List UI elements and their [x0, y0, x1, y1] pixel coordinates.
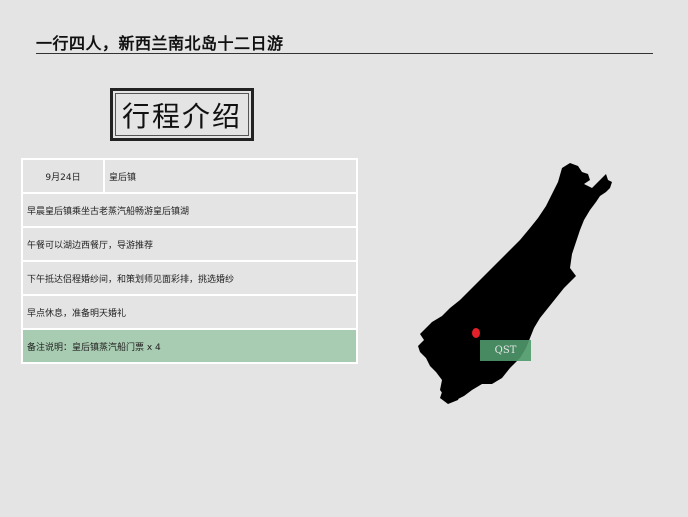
itinerary-header-row: 9月24日 皇后镇 — [21, 158, 358, 194]
itinerary-item: 下午抵达侣程婚纱间，和策划师见面彩排，挑选婚纱 — [21, 260, 358, 296]
document-title: 一行四人，新西兰南北岛十二日游 — [36, 34, 284, 53]
south-island-landmass — [418, 163, 612, 400]
itinerary-item: 午餐可以湖边西餐厅，导游推荐 — [21, 226, 358, 262]
itinerary-table: 9月24日 皇后镇 早晨皇后镇乘坐古老蒸汽船畅游皇后镇湖 午餐可以湖边西餐厅，导… — [21, 158, 358, 364]
queenstown-marker[interactable] — [472, 328, 480, 338]
table-row: 午餐可以湖边西餐厅，导游推荐 — [21, 226, 358, 262]
section-stamp-title: 行程介绍 — [110, 88, 254, 141]
south-island-map-graphic — [418, 163, 612, 404]
itinerary-note: 备注说明：皇后镇蒸汽船门票 x 4 — [21, 328, 358, 364]
table-row: 下午抵达侣程婚纱间，和策划师见面彩排，挑选婚纱 — [21, 260, 358, 296]
note-row: 备注说明：皇后镇蒸汽船门票 x 4 — [21, 328, 358, 364]
south-island-map — [412, 158, 632, 408]
itinerary-item: 早点休息，准备明天婚礼 — [21, 294, 358, 330]
queenstown-label[interactable]: QST — [480, 340, 531, 361]
itinerary-location: 皇后镇 — [103, 158, 358, 194]
itinerary-date: 9月24日 — [21, 158, 105, 194]
table-row: 早晨皇后镇乘坐古老蒸汽船畅游皇后镇湖 — [21, 192, 358, 228]
title-divider — [36, 53, 653, 54]
itinerary-item: 早晨皇后镇乘坐古老蒸汽船畅游皇后镇湖 — [21, 192, 358, 228]
table-row: 早点休息，准备明天婚礼 — [21, 294, 358, 330]
